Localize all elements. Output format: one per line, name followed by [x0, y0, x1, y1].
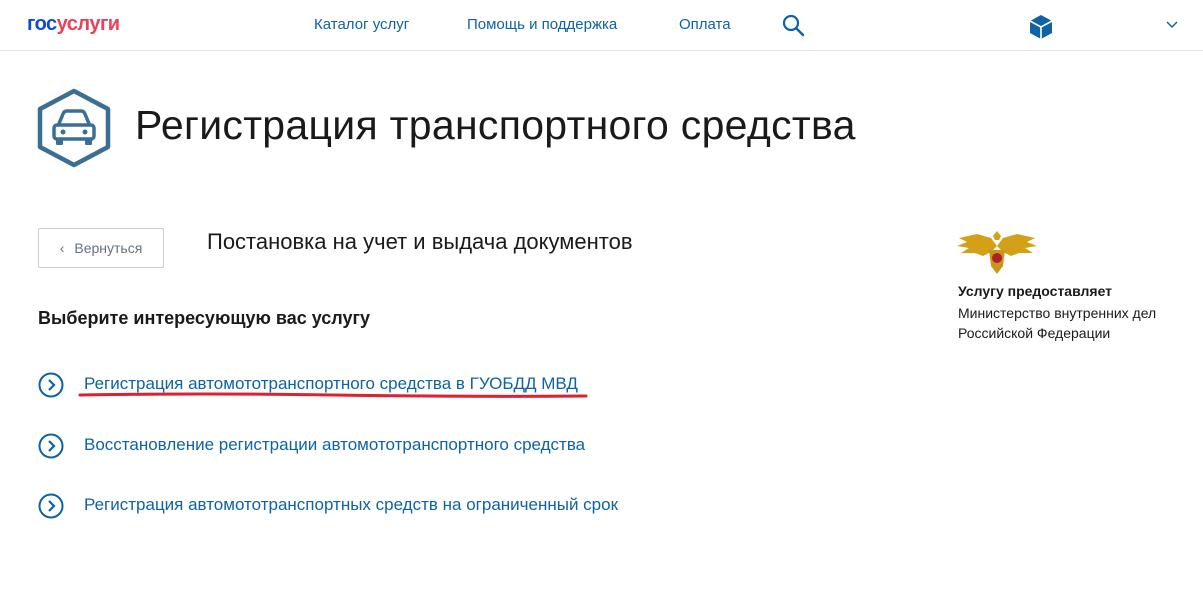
circle-arrow-right-icon — [38, 372, 64, 398]
service-subtitle: Постановка на учет и выдача документов — [207, 229, 633, 254]
service-item[interactable]: Восстановление регистрации автомототранс… — [38, 432, 585, 460]
search-icon[interactable] — [781, 13, 805, 37]
top-header: госуслуги Каталог услуг Помощь и поддерж… — [0, 0, 1203, 51]
service-link-registration[interactable]: Регистрация автомототранспортного средст… — [84, 374, 578, 394]
service-item[interactable]: Регистрация автомототранспортного средст… — [38, 371, 578, 399]
circle-arrow-right-icon — [38, 493, 64, 519]
nav-help[interactable]: Помощь и поддержка — [467, 16, 617, 33]
nav-payment[interactable]: Оплата — [679, 16, 731, 33]
service-link-temporary[interactable]: Регистрация автомототранспортных средств… — [84, 495, 618, 515]
logo-part-uslugi: услуги — [56, 13, 120, 35]
back-button-label: Вернуться — [74, 240, 143, 256]
gosuslugi-logo[interactable]: госуслуги — [27, 13, 120, 36]
car-icon — [37, 88, 111, 168]
chevron-left-icon: ‹ — [59, 240, 65, 256]
provider-label: Услугу предоставляет — [958, 283, 1113, 299]
mvd-emblem-icon — [957, 231, 1037, 274]
nav-catalog[interactable]: Каталог услуг — [314, 16, 409, 33]
choose-service-heading: Выберите интересующую вас услугу — [38, 308, 371, 328]
provider-name: Министерство внутренних дел Российской Ф… — [958, 305, 1157, 341]
circle-arrow-right-icon — [38, 433, 64, 459]
red-underline-annotation — [78, 392, 588, 398]
page-title: Регистрация транспортного средства — [135, 102, 856, 148]
chevron-down-icon[interactable] — [1165, 19, 1179, 31]
logo-part-gos: гос — [27, 13, 57, 35]
service-item[interactable]: Регистрация автомототранспортных средств… — [38, 492, 618, 520]
user-cube-icon[interactable] — [1029, 14, 1053, 40]
service-link-restore[interactable]: Восстановление регистрации автомототранс… — [84, 435, 585, 455]
back-button[interactable]: ‹ Вернуться — [38, 228, 164, 268]
